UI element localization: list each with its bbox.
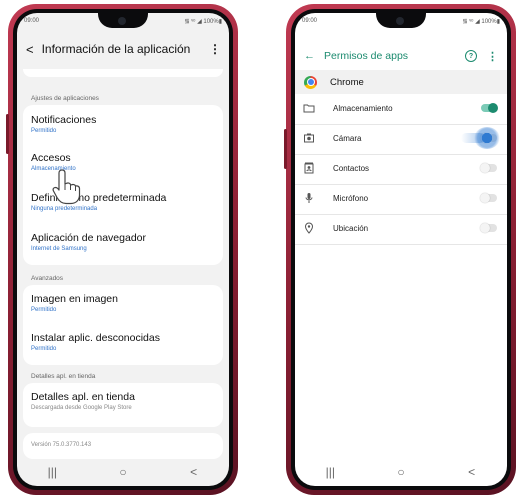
permission-label: Micrófono [333, 194, 369, 203]
recent-apps-button[interactable]: ||| [315, 465, 345, 479]
permission-row-location[interactable]: Ubicación [295, 214, 507, 245]
app-bar: ← Permisos de apps ? ⋮ [295, 42, 507, 70]
storage-toggle[interactable] [481, 103, 498, 113]
microphone-toggle[interactable] [480, 193, 497, 203]
volume-key [284, 129, 287, 169]
app-header-row: Chrome [295, 70, 507, 94]
section-store: Detalles apl. en tienda [31, 373, 96, 380]
camera-notch [376, 13, 426, 28]
permission-row-microphone[interactable]: Micrófono [295, 184, 507, 215]
home-button[interactable]: ○ [108, 465, 138, 479]
permission-label: Ubicación [333, 224, 369, 233]
permission-row-storage[interactable]: Almacenamiento [295, 94, 507, 125]
more-options-icon[interactable]: ⋮ [487, 50, 498, 63]
back-arrow-icon[interactable]: < [26, 42, 34, 57]
volume-key [6, 114, 9, 154]
tap-indicator-icon [474, 127, 500, 149]
install-unknown-apps-status: Permitido [31, 346, 57, 352]
page-title: Permisos de apps [324, 50, 409, 62]
version-text: Versión 75.0.3770.143 [31, 442, 92, 448]
status-icons: ᯾ ᵛᵒ ◢ 100%▮ [462, 18, 500, 25]
status-icons: ᯾ ᵛᵒ ◢ 100%▮ [184, 18, 222, 25]
navigation-bar: ||| ○ < [295, 458, 507, 486]
browser-app-item[interactable]: Aplicación de navegador [31, 232, 146, 244]
contacts-icon [304, 162, 314, 174]
permission-row-contacts[interactable]: Contactos [295, 154, 507, 185]
contacts-toggle[interactable] [480, 163, 497, 173]
status-time: 09:00 [24, 17, 40, 24]
toggle-knob [480, 223, 490, 233]
navigation-bar: ||| ○ < [17, 458, 229, 486]
camera-icon [304, 133, 314, 143]
section-advanced: Avanzados [31, 275, 64, 282]
app-permissions-screen: 09:00 ᯾ ᵛᵒ ◢ 100%▮ ← Permisos de apps ? … [295, 13, 507, 486]
picture-in-picture-status: Permitido [31, 307, 57, 313]
permissions-item[interactable]: Accesos [31, 152, 71, 164]
location-toggle[interactable] [480, 223, 497, 233]
more-options-icon[interactable]: ⋮ [209, 42, 221, 56]
permission-label: Cámara [333, 134, 362, 143]
back-button[interactable]: < [457, 465, 487, 479]
toggle-knob [480, 193, 490, 203]
page-title: Información de la aplicación [41, 42, 191, 56]
picture-in-picture-item[interactable]: Imagen en imagen [31, 293, 118, 305]
permission-label: Contactos [333, 164, 370, 173]
permission-label: Almacenamiento [333, 104, 393, 113]
top-card-edge [23, 69, 223, 77]
store-details-item[interactable]: Detalles apl. en tienda [31, 391, 135, 403]
default-app-status: Ninguna predeterminada [31, 206, 98, 212]
right-phone: 09:00 ᯾ ᵛᵒ ◢ 100%▮ ← Permisos de apps ? … [284, 4, 516, 495]
app-info-screen: 09:00 ᯾ ᵛᵒ ◢ 100%▮ < Información de la a… [17, 13, 229, 486]
back-arrow-icon[interactable]: ← [304, 50, 315, 62]
left-phone: 09:00 ᯾ ᵛᵒ ◢ 100%▮ < Información de la a… [6, 4, 238, 495]
toggle-knob [488, 103, 498, 113]
help-icon[interactable]: ? [465, 50, 477, 62]
app-bar: < Información de la aplicación ⋮ [17, 35, 229, 63]
store-details-status: Descargada desde Google Play Store [31, 405, 132, 411]
status-time: 09:00 [302, 17, 318, 24]
back-button[interactable]: < [179, 465, 209, 479]
recent-apps-button[interactable]: ||| [37, 465, 67, 479]
folder-icon [303, 104, 315, 113]
camera-notch [98, 13, 148, 28]
permission-row-camera[interactable]: Cámara [295, 124, 507, 155]
install-unknown-apps-item[interactable]: Instalar aplic. desconocidas [31, 332, 160, 344]
home-button[interactable]: ○ [386, 465, 416, 479]
chrome-logo-icon [304, 75, 317, 89]
camera-toggle[interactable] [461, 127, 500, 149]
notifications-item[interactable]: Notificaciones [31, 114, 96, 126]
pointing-hand-icon [52, 169, 81, 205]
notifications-status: Permitido [31, 128, 57, 134]
microphone-icon [305, 193, 313, 203]
browser-app-status: Internet de Samsung [31, 246, 87, 252]
location-icon [304, 222, 314, 234]
toggle-knob [480, 163, 490, 173]
app-name: Chrome [330, 76, 364, 88]
section-app-settings: Ajustes de aplicaciones [31, 95, 99, 102]
